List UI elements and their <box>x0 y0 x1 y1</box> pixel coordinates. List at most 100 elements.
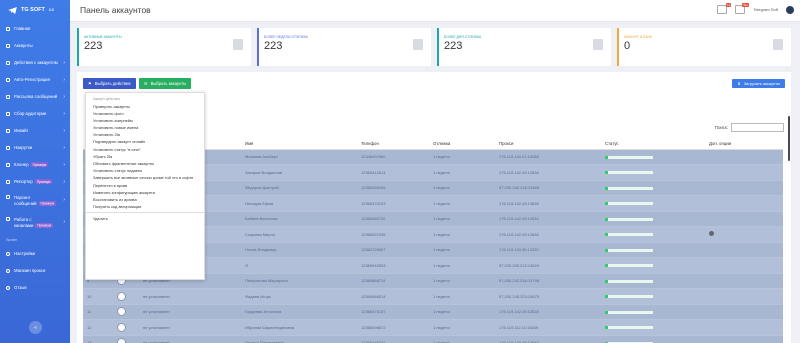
row-options-cell <box>705 211 783 227</box>
sidebar-item-label: Парсинг сообщений Премиум <box>14 195 57 208</box>
row-options-cell <box>705 335 783 343</box>
sidebar-item-6[interactable]: Инвайт › <box>0 122 70 139</box>
sidebar-item-4[interactable]: Рассылка сообщений › <box>0 88 70 105</box>
avatar <box>117 338 126 343</box>
row-username: не установлен <box>139 319 241 336</box>
sidebar-item-label: Работа с каналами Премиум <box>14 217 53 230</box>
brand[interactable]: TG SOFT 2.0 <box>0 0 70 20</box>
premium-badge: Премиум <box>35 222 53 229</box>
dropdown-item-2[interactable]: Установить юзернейм <box>86 117 204 124</box>
sidebar-bottom-item-1[interactable]: Магазин прокси <box>0 262 70 279</box>
export-accounts-button[interactable]: ⬇ Загрузить аккаунты <box>732 79 785 88</box>
label-line2: каналами <box>14 222 34 228</box>
row-avatar-cell <box>113 335 139 343</box>
table-row[interactable]: 12 не установлен Ибрагим Шарапетдиновна 123… <box>83 319 783 336</box>
search-input[interactable] <box>731 123 784 132</box>
sidebar-item-3[interactable]: Авто-Регистрация › <box>0 71 70 88</box>
sidebar-item-label: Главная <box>14 26 31 31</box>
user-avatar[interactable] <box>786 5 794 14</box>
sidebar-collapse-button[interactable]: « <box>29 321 42 334</box>
sidebar-item-8[interactable]: Клонер Премиум › <box>0 156 70 173</box>
sidebar-item-1[interactable]: Аккаунты <box>0 37 70 54</box>
dropdown-item-0[interactable]: Проверить аккаунты <box>86 103 204 110</box>
row-name: Я <box>241 257 357 274</box>
dropdown-item-1[interactable]: Установить фото <box>86 110 204 117</box>
row-phone: 12366498672 <box>357 319 429 336</box>
row-options-cell <box>705 273 783 289</box>
sidebar-item-multiline-0[interactable]: Парсинг сообщений Премиум › <box>0 190 70 212</box>
nav-icon <box>6 162 10 167</box>
row-options-cell <box>705 304 783 320</box>
column-header-7[interactable]: Статус <box>601 138 705 150</box>
sidebar-item-2[interactable]: Действия с аккаунтом › <box>0 54 70 71</box>
status-indicator <box>605 155 653 159</box>
user-name[interactable]: Telegram Soft <box>753 7 778 12</box>
actions-dropdown: Аккаунт действия Проверить аккаунты Устан… <box>85 92 205 280</box>
table-row[interactable]: 11 не установлен Гордеева Антонина 12366476… <box>83 304 783 320</box>
select-accounts-button[interactable]: ☰ Выбрать аккаунты <box>138 78 192 89</box>
column-header-8[interactable]: Доп. опции <box>705 138 783 150</box>
column-header-6[interactable]: Прокси <box>495 138 601 150</box>
row-proxy: 176.119.142.43:13638 <box>495 195 601 212</box>
dropdown-item-7[interactable]: Убрать 2fa <box>86 153 204 160</box>
row-username: не установлен <box>139 288 241 305</box>
row-proxy: 176.119.142.43:13838 <box>495 226 601 243</box>
sidebar-item-7[interactable]: Накрутки › <box>0 139 70 156</box>
row-proxy: 176.119.140.01:10088 <box>495 149 601 165</box>
stats-row: Активные аккаунты 223 Более недели отлеж… <box>77 28 791 66</box>
dropdown-item-delete[interactable]: Удалить <box>86 215 204 222</box>
dropdown-item-9[interactable]: Установить статус недавно <box>86 167 204 174</box>
chevron-right-icon: › <box>63 161 65 168</box>
sidebar-bottom-item-2[interactable]: Отзыв <box>0 279 70 296</box>
nav-icon <box>6 43 10 48</box>
user-icon <box>233 39 243 50</box>
row-status-cell <box>601 195 705 212</box>
sidebar-item-multiline-1[interactable]: Работа с каналами Премиум › <box>0 212 70 234</box>
dropdown-item-3[interactable]: Установить новые имена <box>86 124 204 131</box>
row-status-cell <box>601 211 705 227</box>
select-action-button[interactable]: ⚑ Выбрать действие <box>83 78 136 89</box>
dropdown-item-12[interactable]: Изменить конфигурацию аккаунта <box>86 189 204 196</box>
row-rest: 1 неделя <box>429 226 495 243</box>
sidebar-section-label: Прочее <box>6 238 17 242</box>
column-header-5[interactable]: Отлежка <box>429 138 495 150</box>
dropdown-item-13[interactable]: Восстановить из архива <box>86 196 204 203</box>
sidebar-item-label: Действия с аккаунтом <box>14 60 58 65</box>
notifications-icon[interactable]: 12 <box>717 3 732 14</box>
stat-value: 223 <box>84 40 103 52</box>
table-row[interactable]: 10 не установлен Фадеев Игорь 12365968514 1 … <box>83 288 783 305</box>
table-row[interactable]: 13 не установлен Леонид Пантелеевич 1236644… <box>83 335 783 343</box>
stat-card-active: Активные аккаунты 223 <box>77 28 251 66</box>
sidebar-item-5[interactable]: Сбор аудитории › <box>0 105 70 122</box>
dropdown-item-5[interactable]: Подтвердить аккаунт онлайн <box>86 138 204 145</box>
flag-icon: ⚑ <box>88 81 92 86</box>
stat-card-week: Более недели отлежка 223 <box>257 28 431 66</box>
row-proxy: 176.119.142.43:13838 <box>495 164 601 181</box>
stat-label: Более недели отлежка <box>264 35 308 39</box>
row-name: Захаров Владислав <box>241 164 357 181</box>
column-header-4[interactable]: Телефон <box>357 138 429 150</box>
info-icon[interactable] <box>709 231 714 237</box>
row-name: Носов Владимир <box>241 242 357 258</box>
row-proxy: 176.119.140.36:13330 <box>495 242 601 258</box>
nav-icon <box>6 145 10 150</box>
search-label: Поиск: <box>714 125 728 130</box>
row-phone: 12365968514 <box>357 288 429 305</box>
sidebar-bottom-item-0[interactable]: Настройки <box>0 245 70 262</box>
sidebar-item-9[interactable]: Репортер Премиум › <box>0 173 70 190</box>
dropdown-item-4[interactable]: Установить 2fa <box>86 131 204 138</box>
dropdown-item-11[interactable]: Перенести в архив <box>86 182 204 189</box>
sidebar-item-0[interactable]: Главная <box>0 20 70 37</box>
stat-card-day: Более дня отлежка 223 <box>437 28 611 66</box>
dropdown-item-6[interactable]: Установить статус "в сети" <box>86 146 204 153</box>
column-header-3[interactable]: Имя <box>241 138 357 150</box>
row-phone: 12365412614 <box>357 164 429 181</box>
search-box: Поиск: <box>715 123 784 132</box>
dropdown-item-8[interactable]: Обновить фрагментные аккаунты <box>86 160 204 167</box>
dropdown-item-10[interactable]: Завершить все активные сессии кроме той … <box>86 174 204 181</box>
messages-icon[interactable]: 99+ <box>735 3 750 14</box>
dropdown-item-14[interactable]: Получить код авторизации <box>86 203 204 210</box>
page-scrollbar[interactable] <box>788 116 790 161</box>
row-name: Леонид Пантелеевич <box>241 335 357 343</box>
premium-badge: Премиум <box>34 178 53 185</box>
